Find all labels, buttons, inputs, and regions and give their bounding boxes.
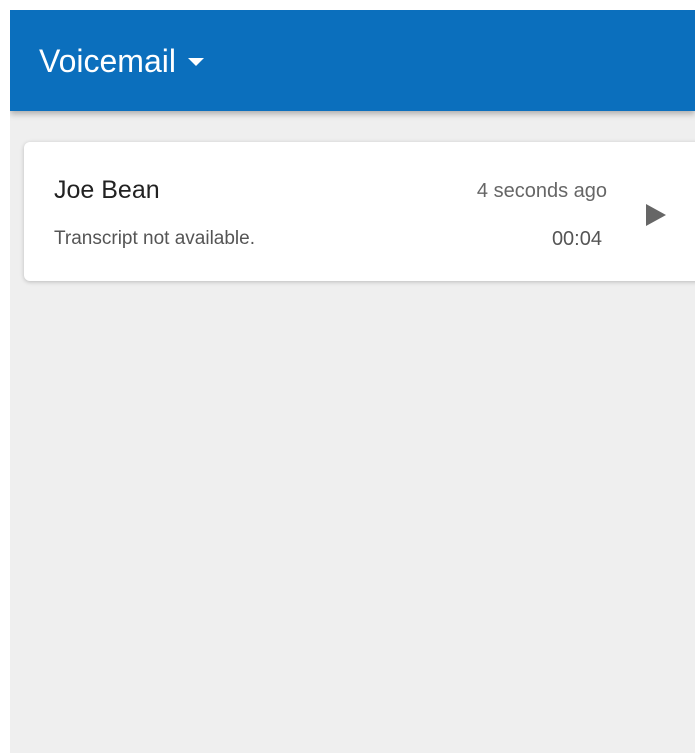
caller-name: Joe Bean xyxy=(54,176,160,204)
app-header: Voicemail xyxy=(10,10,695,111)
voicemail-dropdown[interactable]: Voicemail xyxy=(39,39,204,83)
page-title: Voicemail xyxy=(39,43,176,79)
play-icon xyxy=(646,204,666,226)
caret-down-icon xyxy=(187,58,204,66)
voicemail-transcript: Transcript not available. xyxy=(54,228,256,249)
voicemail-item[interactable]: Joe Bean 4 seconds ago Transcript not av… xyxy=(24,142,695,281)
voicemail-duration: 00:04 xyxy=(551,228,602,250)
voicemail-timestamp: 4 seconds ago xyxy=(476,180,607,202)
app-frame: Voicemail Joe Bean 4 seconds ago Transcr… xyxy=(10,10,695,753)
play-button[interactable] xyxy=(641,200,671,230)
